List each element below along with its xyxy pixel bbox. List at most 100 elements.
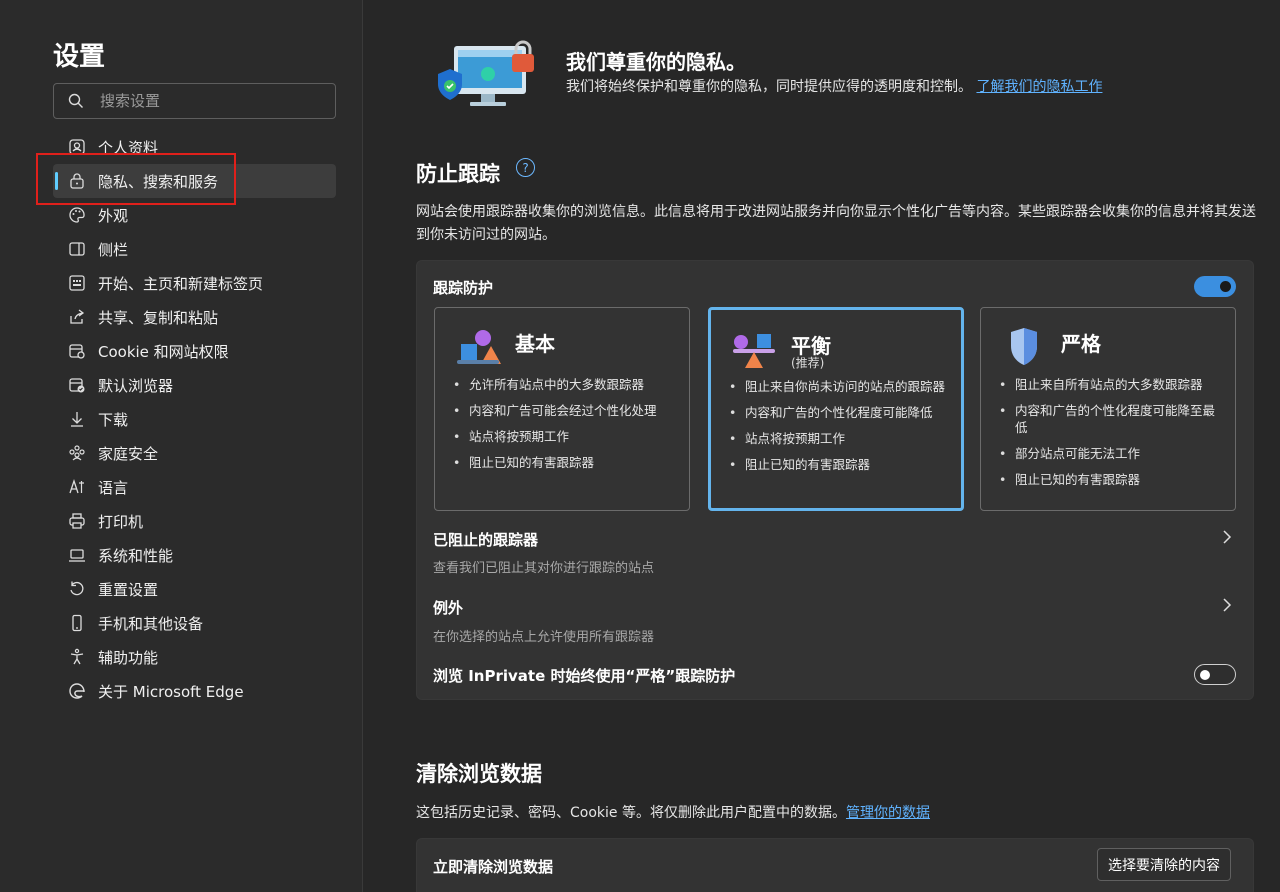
sidebar-item-family[interactable]: 家庭安全 <box>53 436 336 470</box>
sidebar-item-system[interactable]: 系统和性能 <box>53 538 336 572</box>
family-icon <box>67 443 87 463</box>
sidebar-item-privacy[interactable]: 隐私、搜索和服务 <box>53 164 336 198</box>
tracking-level-strict[interactable]: 严格 阻止来自所有站点的大多数跟踪器 内容和广告的个性化程度可能降至最低 部分站… <box>980 307 1236 511</box>
sidebar-item-sidebar[interactable]: 侧栏 <box>53 232 336 266</box>
sidebar-item-about[interactable]: 关于 Microsoft Edge <box>53 674 336 708</box>
sidebar-item-label: 辅助功能 <box>98 648 159 667</box>
sidebar-item-share[interactable]: 共享、复制和粘贴 <box>53 300 336 334</box>
level-bullet: 阻止来自所有站点的大多数跟踪器 <box>997 376 1223 393</box>
level-bullets: 阻止来自你尚未访问的站点的跟踪器 内容和广告的个性化程度可能降低 站点将按预期工… <box>727 378 953 482</box>
search-input[interactable] <box>100 92 320 110</box>
tracking-level-balanced[interactable]: 平衡 (推荐) 阻止来自你尚未访问的站点的跟踪器 内容和广告的个性化程度可能降低… <box>708 307 964 511</box>
level-bullet: 内容和广告的个性化程度可能降低 <box>727 404 953 421</box>
settings-sidebar: 设置 个人资料 隐私、搜索和服务 外观 侧栏 开始、主页和新建标签页 共享、复制… <box>0 0 363 892</box>
sidebar-item-label: 隐私、搜索和服务 <box>98 172 219 191</box>
sidebar-item-start-home[interactable]: 开始、主页和新建标签页 <box>53 266 336 300</box>
settings-main: 我们尊重你的隐私。 我们将始终保护和尊重你的隐私，同时提供应得的透明度和控制。 … <box>364 0 1280 892</box>
inprivate-strict-toggle[interactable] <box>1194 664 1236 685</box>
sidebar-item-label: 开始、主页和新建标签页 <box>98 274 264 293</box>
phone-icon <box>67 613 87 633</box>
sidebar-item-cookies[interactable]: Cookie 和网站权限 <box>53 334 336 368</box>
level-bullet: 站点将按预期工作 <box>727 430 953 447</box>
sidebar-item-label: Cookie 和网站权限 <box>98 342 229 361</box>
sidebar-item-label: 系统和性能 <box>98 546 174 565</box>
chevron-right-icon[interactable] <box>1221 529 1233 545</box>
lock-icon <box>67 171 87 191</box>
clear-data-description: 这包括历史记录、密码、Cookie 等。将仅删除此用户配置中的数据。管理你的数据 <box>416 802 930 825</box>
sidebar-item-phone[interactable]: 手机和其他设备 <box>53 606 336 640</box>
level-bullet: 内容和广告的个性化程度可能降至最低 <box>997 402 1223 436</box>
level-bullets: 阻止来自所有站点的大多数跟踪器 内容和广告的个性化程度可能降至最低 部分站点可能… <box>997 376 1223 497</box>
sidebar-item-label: 下载 <box>98 410 129 429</box>
sidebar-item-label: 家庭安全 <box>98 444 159 463</box>
exceptions-subtitle: 在你选择的站点上允许使用所有跟踪器 <box>433 630 655 645</box>
level-bullet: 允许所有站点中的大多数跟踪器 <box>451 376 677 393</box>
sidebar-item-label: 打印机 <box>98 512 144 531</box>
manage-data-link[interactable]: 管理你的数据 <box>846 805 930 821</box>
sidebar-item-printers[interactable]: 打印机 <box>53 504 336 538</box>
privacy-description: 我们将始终保护和尊重你的隐私，同时提供应得的透明度和控制。 了解我们的隐私工作 <box>566 76 1156 98</box>
tracking-description: 网站会使用跟踪器收集你的浏览信息。此信息将用于改进网站服务并向你显示个性化广告等… <box>416 204 1256 243</box>
clear-now-label: 立即清除浏览数据 <box>433 858 554 876</box>
sidebar-item-profile[interactable]: 个人资料 <box>53 130 336 164</box>
sidebar-item-label: 手机和其他设备 <box>98 614 204 633</box>
privacy-desc-text: 我们将始终保护和尊重你的隐私，同时提供应得的透明度和控制。 <box>566 79 972 95</box>
level-bullet: 阻止来自你尚未访问的站点的跟踪器 <box>727 378 953 395</box>
privacy-banner: 我们尊重你的隐私。 我们将始终保护和尊重你的隐私，同时提供应得的透明度和控制。 … <box>416 36 1156 126</box>
printer-icon <box>67 511 87 531</box>
sidebar-item-label: 外观 <box>98 206 129 225</box>
edge-logo-icon <box>67 681 87 701</box>
basic-shapes-icon <box>457 330 501 364</box>
level-bullet: 部分站点可能无法工作 <box>997 445 1223 462</box>
exceptions-title[interactable]: 例外 <box>433 597 463 618</box>
sidebar-item-appearance[interactable]: 外观 <box>53 198 336 232</box>
tracking-protection-label: 跟踪防护 <box>433 279 494 297</box>
sidebar-item-default-browser[interactable]: 默认浏览器 <box>53 368 336 402</box>
level-bullet: 阻止已知的有害跟踪器 <box>727 456 953 473</box>
home-grid-icon <box>67 273 87 293</box>
search-box[interactable] <box>53 83 336 119</box>
level-name: 严格 <box>1061 332 1101 356</box>
sidebar-item-accessibility[interactable]: 辅助功能 <box>53 640 336 674</box>
privacy-learn-more-link[interactable]: 了解我们的隐私工作 <box>976 79 1102 95</box>
accessibility-icon <box>67 647 87 667</box>
choose-what-to-clear-button[interactable]: 选择要清除的内容 <box>1097 848 1231 881</box>
language-icon <box>67 477 87 497</box>
sidebar-item-downloads[interactable]: 下载 <box>53 402 336 436</box>
profile-icon <box>67 137 87 157</box>
sidebar-item-label: 语言 <box>98 478 129 497</box>
privacy-title: 我们尊重你的隐私。 <box>566 50 746 74</box>
download-icon <box>67 409 87 429</box>
tracking-protection-toggle[interactable] <box>1194 276 1236 297</box>
inprivate-strict-label: 浏览 InPrivate 时始终使用“严格”跟踪防护 <box>433 667 736 685</box>
share-icon <box>67 307 87 327</box>
sidebar-item-label: 共享、复制和粘贴 <box>98 308 219 327</box>
sidebar-item-language[interactable]: 语言 <box>53 470 336 504</box>
level-bullet: 内容和广告可能会经过个性化处理 <box>451 402 677 419</box>
sidebar-nav: 个人资料 隐私、搜索和服务 外观 侧栏 开始、主页和新建标签页 共享、复制和粘贴… <box>53 130 336 708</box>
clear-data-desc-text: 这包括历史记录、密码、Cookie 等。将仅删除此用户配置中的数据。 <box>416 805 846 821</box>
level-name: 基本 <box>515 332 555 356</box>
search-icon <box>68 93 83 108</box>
help-icon[interactable]: ? <box>516 158 535 177</box>
tracking-level-basic[interactable]: 基本 允许所有站点中的大多数跟踪器 内容和广告可能会经过个性化处理 站点将按预期… <box>434 307 690 511</box>
level-bullet: 阻止已知的有害跟踪器 <box>451 454 677 471</box>
level-bullet: 阻止已知的有害跟踪器 <box>997 471 1223 488</box>
sidebar-item-label: 个人资料 <box>98 138 159 157</box>
palette-icon <box>67 205 87 225</box>
level-bullet: 站点将按预期工作 <box>451 428 677 445</box>
sidebar-panel-icon <box>67 239 87 259</box>
sidebar-item-label: 关于 Microsoft Edge <box>98 682 244 701</box>
sidebar-item-reset[interactable]: 重置设置 <box>53 572 336 606</box>
chevron-right-icon[interactable] <box>1221 597 1233 613</box>
privacy-illustration <box>438 40 534 106</box>
sidebar-title: 设置 <box>53 42 106 72</box>
balance-scale-icon <box>733 334 775 368</box>
clear-now-card: 立即清除浏览数据 选择要清除的内容 <box>416 838 1254 892</box>
blocked-trackers-title[interactable]: 已阻止的跟踪器 <box>433 529 538 550</box>
sidebar-item-label: 重置设置 <box>98 580 159 599</box>
laptop-icon <box>67 545 87 565</box>
tracking-section-title: 防止跟踪 <box>416 162 500 186</box>
cookie-permissions-icon <box>67 341 87 361</box>
sidebar-item-label: 默认浏览器 <box>98 376 174 395</box>
